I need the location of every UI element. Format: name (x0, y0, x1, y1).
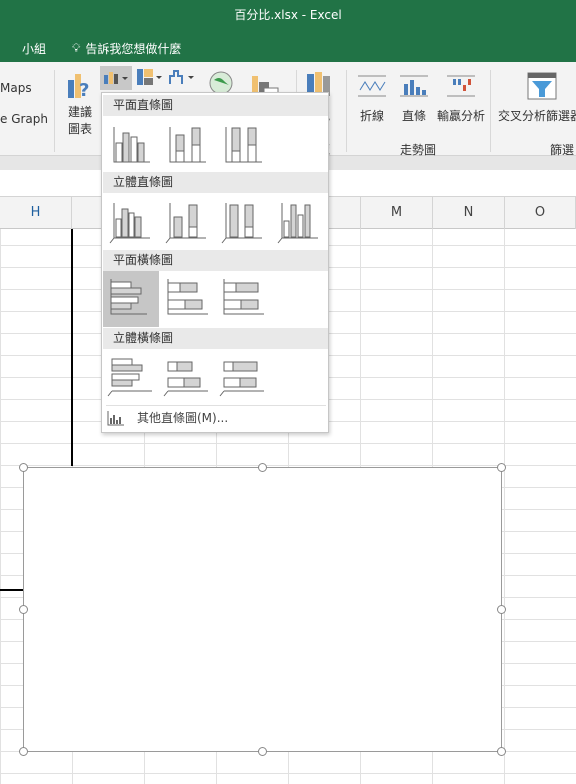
resize-handle[interactable] (19, 463, 28, 472)
clustered-bar-icon (110, 279, 147, 315)
3d-stacked-column-icon (165, 203, 206, 244)
clustered-bar-option[interactable] (103, 271, 159, 327)
sparkline-winloss-icon (447, 75, 475, 97)
sparkline-line-icon (358, 75, 386, 97)
recommended-charts-button[interactable]: ? 建議 圖表 (66, 70, 94, 137)
recommended-charts-icon: ? (68, 74, 89, 101)
stacked-column-option[interactable] (162, 115, 218, 171)
cell-border-line (71, 229, 73, 466)
column-chart-dropdown[interactable] (100, 66, 132, 90)
column-header-o[interactable]: O (505, 197, 576, 229)
more-column-charts-option[interactable]: 其他直條圖(M)... (107, 409, 228, 426)
3d-stacked-column-option[interactable] (162, 193, 218, 249)
clustered-column-icon (113, 127, 150, 163)
100-stacked-bar-option[interactable] (218, 271, 274, 327)
title-bar: 百分比.xlsx - Excel 小組 💡︎ 告訴我您想做什麼 (0, 0, 576, 62)
section-2d-column: 平面直條圖 (103, 95, 328, 116)
resize-handle[interactable] (258, 747, 267, 756)
tell-me-search[interactable]: 💡︎ 告訴我您想做什麼 (72, 40, 181, 57)
3d-100-stacked-column-option[interactable] (218, 193, 274, 249)
column-header-n[interactable]: N (433, 197, 505, 229)
column-chart-icon (104, 72, 128, 84)
clustered-column-option[interactable] (106, 115, 162, 171)
column-chart-small-icon (107, 410, 124, 425)
cell-border-line (0, 589, 23, 591)
tab-group[interactable]: 小組 (22, 40, 46, 57)
100-stacked-bar-icon (223, 279, 264, 315)
3d-clustered-column-option[interactable] (106, 193, 162, 249)
menu-divider (106, 405, 326, 406)
3d-clustered-bar-option[interactable] (106, 349, 162, 405)
waterfall-chart-icon (169, 70, 194, 84)
3d-column-icon (277, 203, 318, 244)
stacked-column-icon (169, 127, 206, 163)
svg-text:?: ? (79, 80, 89, 100)
slicer-icon (527, 72, 557, 100)
stacked-bar-option[interactable] (162, 271, 218, 327)
resize-handle[interactable] (497, 605, 506, 614)
graph-button[interactable]: e Graph (0, 112, 48, 126)
100-stacked-column-option[interactable] (218, 115, 274, 171)
section-3d-column: 立體直條圖 (103, 172, 328, 193)
resize-handle[interactable] (497, 463, 506, 472)
3d-100-stacked-bar-icon (219, 361, 264, 397)
stacked-bar-icon (167, 279, 208, 315)
3d-stacked-bar-icon (163, 361, 208, 397)
3d-column-option[interactable] (274, 193, 330, 249)
resize-handle[interactable] (258, 463, 267, 472)
lightbulb-icon: 💡︎ (72, 41, 81, 55)
hierarchy-chart-icon (137, 69, 162, 85)
resize-handle[interactable] (19, 747, 28, 756)
sparkline-column-button[interactable]: 直條 (398, 72, 430, 124)
3d-100-stacked-bar-option[interactable] (218, 349, 274, 405)
maps-button[interactable]: Maps (0, 81, 32, 95)
column-chart-menu: 平面直條圖 立體直條圖 平面橫條圖 立體橫條圖 其他直條圖(M)... (101, 92, 329, 433)
3d-clustered-bar-icon (107, 358, 152, 397)
more-column-charts-label: 其他直條圖(M)... (137, 411, 229, 425)
tell-me-label: 告訴我您想做什麼 (85, 42, 182, 56)
100-stacked-column-icon (225, 127, 262, 163)
column-header-h[interactable]: H (0, 197, 72, 229)
3d-clustered-column-icon (109, 203, 150, 244)
sparkline-column-icon (400, 75, 428, 97)
resize-handle[interactable] (497, 747, 506, 756)
slicer-button[interactable]: 交叉分析篩選器 (498, 72, 576, 124)
window-title: 百分比.xlsx - Excel (234, 8, 342, 22)
section-3d-bar: 立體橫條圖 (103, 328, 328, 349)
section-2d-bar: 平面橫條圖 (103, 250, 328, 271)
chart-area[interactable] (19, 463, 506, 756)
sparkline-line-button[interactable]: 折線 (356, 72, 388, 124)
hierarchy-chart-dropdown[interactable] (136, 68, 162, 91)
resize-handle[interactable] (19, 605, 28, 614)
3d-stacked-bar-option[interactable] (162, 349, 218, 405)
column-header-m[interactable]: M (361, 197, 433, 229)
sparkline-winloss-button[interactable]: 輸贏分析 (437, 72, 485, 124)
3d-100-stacked-column-icon (221, 203, 262, 244)
waterfall-chart-dropdown[interactable] (168, 68, 194, 91)
